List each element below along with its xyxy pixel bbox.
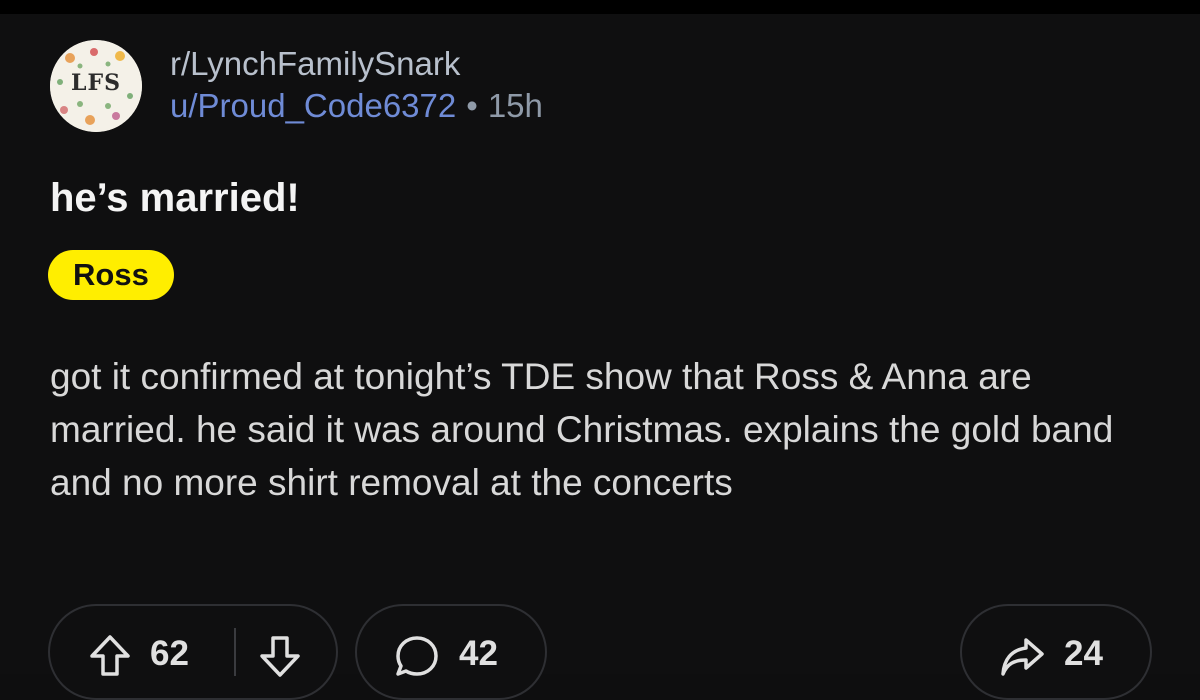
upvote-count: 62 xyxy=(150,634,189,673)
post-body: got it confirmed at tonight’s TDE show t… xyxy=(50,356,1114,503)
share-count: 24 xyxy=(1064,634,1103,673)
post-card[interactable]: LFS r/LynchFamilySnark u/Proud_Code6372 •… xyxy=(0,14,1200,700)
meta-separator: • xyxy=(466,87,478,124)
status-bar-edge xyxy=(0,0,1200,14)
subreddit-avatar[interactable]: LFS xyxy=(50,40,142,132)
post-meta: r/LynchFamilySnark u/Proud_Code6372 • 15h xyxy=(170,44,543,126)
speech-bubble-icon xyxy=(396,636,438,676)
vote-divider xyxy=(234,628,236,676)
avatar-logo-text: LFS xyxy=(71,70,121,96)
post-age: 15h xyxy=(487,87,543,124)
post-title[interactable]: he’s married! xyxy=(50,176,300,221)
comments-button[interactable]: 42 xyxy=(355,604,547,700)
subreddit-link[interactable]: r/LynchFamilySnark xyxy=(170,44,543,84)
arrow-up-icon[interactable] xyxy=(86,632,134,680)
comment-count: 42 xyxy=(459,634,498,673)
username-link[interactable]: u/Proud_Code6372 xyxy=(170,87,456,124)
share-button[interactable]: 24 xyxy=(960,604,1152,700)
author-line: u/Proud_Code6372 • 15h xyxy=(170,86,543,126)
vote-bar: 62 xyxy=(48,604,338,700)
post-flair[interactable]: Ross xyxy=(48,250,174,300)
arrow-down-icon[interactable] xyxy=(256,632,304,680)
share-arrow-icon xyxy=(1001,638,1044,676)
